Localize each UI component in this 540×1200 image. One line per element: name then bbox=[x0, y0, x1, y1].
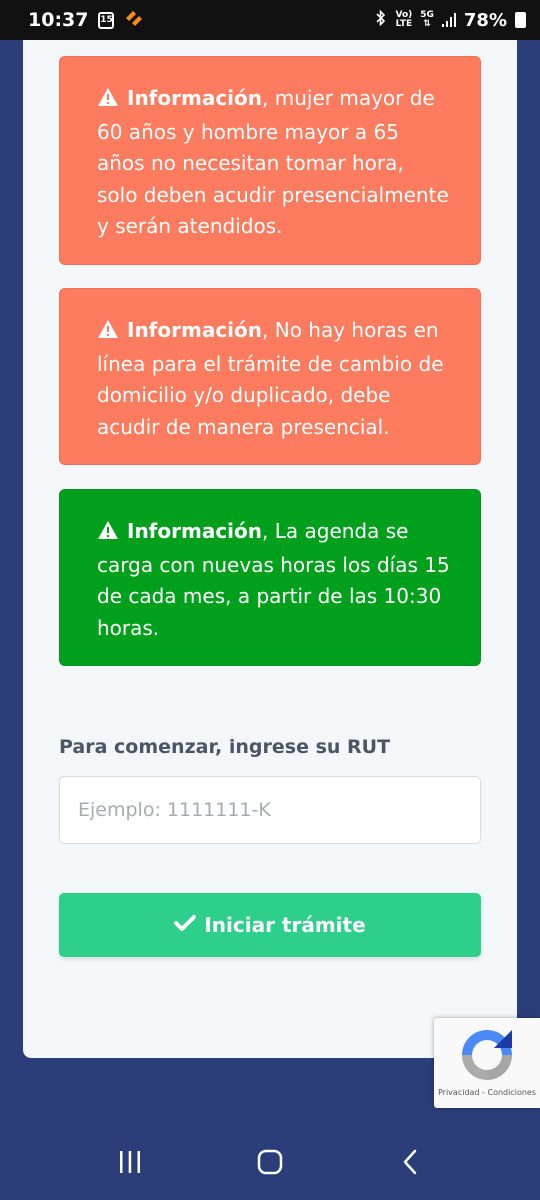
recent-apps-button[interactable] bbox=[100, 1144, 160, 1184]
warning-triangle-icon bbox=[97, 85, 119, 117]
recaptcha-privacy-link[interactable]: Privacidad bbox=[438, 1088, 480, 1097]
navigation-bar bbox=[0, 1128, 540, 1200]
recaptcha-badge[interactable]: Privacidad - Condiciones bbox=[434, 1018, 540, 1108]
volte-indicator: Vo) LTE bbox=[395, 11, 412, 29]
alert-title: Información bbox=[127, 519, 263, 543]
volte-bottom: LTE bbox=[395, 19, 413, 29]
battery-icon bbox=[515, 12, 526, 28]
alert-title: Información bbox=[127, 318, 263, 342]
alert-senior-citizens: Información, mujer mayor de 60 años y ho… bbox=[59, 56, 481, 265]
home-icon bbox=[256, 1148, 284, 1180]
rut-input[interactable] bbox=[59, 776, 481, 844]
recaptcha-terms-link[interactable]: Condiciones bbox=[487, 1088, 536, 1097]
recent-apps-icon bbox=[117, 1149, 143, 1179]
recaptcha-icon bbox=[458, 1026, 516, 1088]
recaptcha-separator: - bbox=[482, 1088, 485, 1097]
warning-triangle-icon bbox=[97, 518, 119, 550]
rut-label: Para comenzar, ingrese su RUT bbox=[59, 736, 391, 758]
alert-agenda-schedule: Información, La agenda se carga con nuev… bbox=[59, 489, 481, 666]
main-card: Información, mujer mayor de 60 años y ho… bbox=[23, 40, 517, 1058]
notification-app-icon bbox=[124, 9, 144, 32]
start-button-label: Iniciar trámite bbox=[204, 913, 366, 937]
status-right: Vo) LTE 5G ⇅ 78% bbox=[375, 9, 526, 31]
network-type-indicator: 5G ⇅ bbox=[420, 11, 434, 29]
status-bar: 10:37 15 Vo) LTE 5G ⇅ 78% bbox=[0, 0, 540, 40]
signal-icon bbox=[441, 13, 456, 27]
alert-address-change: Información, No hay horas en línea para … bbox=[59, 288, 481, 465]
home-button[interactable] bbox=[240, 1144, 300, 1184]
bluetooth-icon bbox=[375, 9, 387, 31]
status-time: 10:37 bbox=[28, 9, 89, 31]
back-button[interactable] bbox=[380, 1144, 440, 1184]
check-icon bbox=[174, 913, 197, 937]
data-arrows-icon: ⇅ bbox=[423, 19, 431, 29]
warning-triangle-icon bbox=[97, 317, 119, 349]
status-left: 10:37 15 bbox=[28, 9, 144, 32]
recaptcha-links: Privacidad - Condiciones bbox=[434, 1088, 540, 1097]
calendar-icon: 15 bbox=[98, 11, 115, 29]
battery-percent: 78% bbox=[463, 9, 507, 31]
alert-title: Información bbox=[127, 86, 263, 110]
start-procedure-button[interactable]: Iniciar trámite bbox=[59, 893, 481, 957]
back-icon bbox=[401, 1148, 419, 1180]
